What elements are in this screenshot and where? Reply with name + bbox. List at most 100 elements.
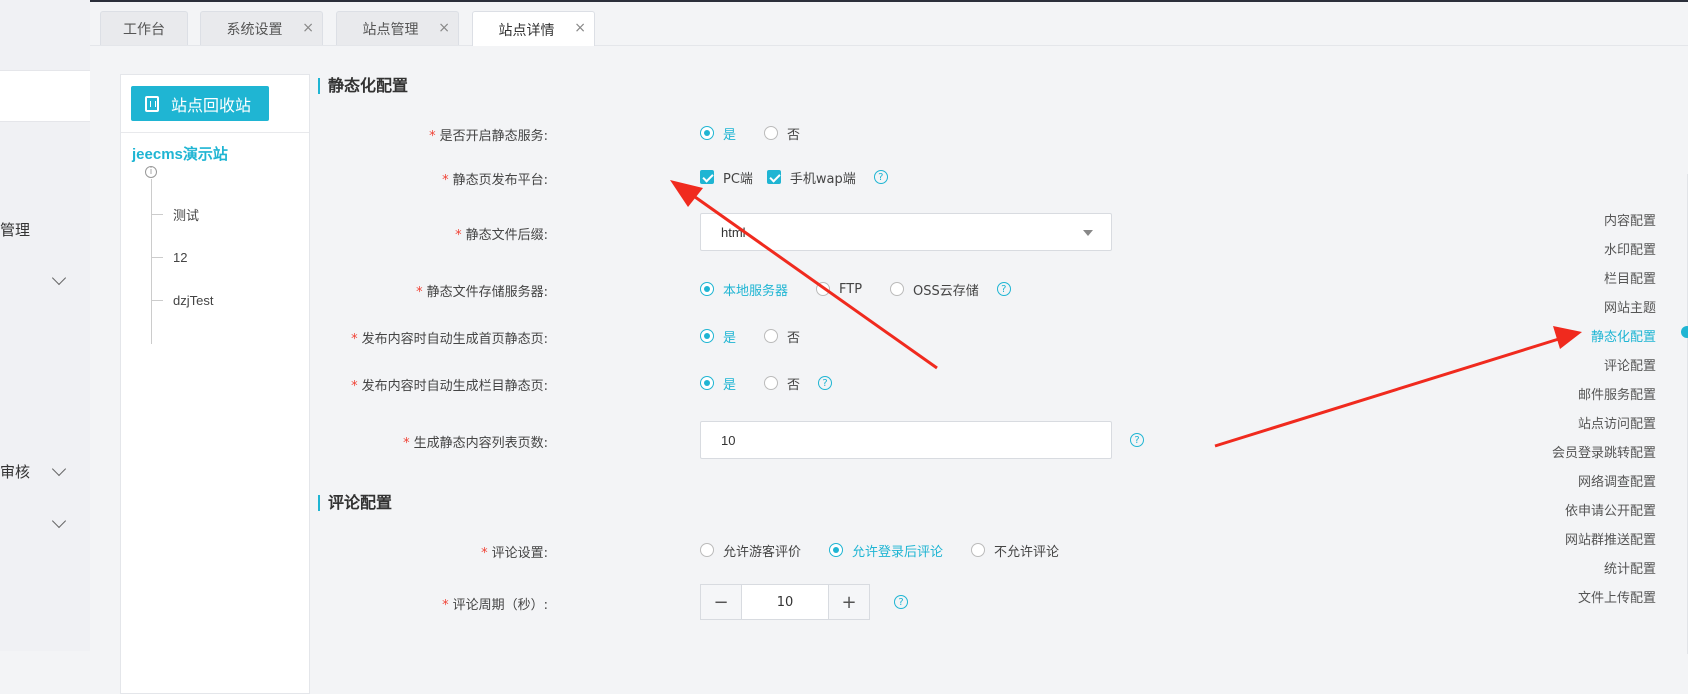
sidebar-item-label[interactable]: 管理	[0, 219, 30, 240]
anchor-item[interactable]: 水印配置	[1604, 239, 1656, 258]
close-icon[interactable]: ×	[302, 20, 314, 36]
anchor-item[interactable]: 内容配置	[1604, 210, 1656, 229]
close-icon[interactable]: ×	[574, 20, 586, 36]
file-suffix-select[interactable]: html	[700, 213, 1112, 251]
radio-local-server[interactable]: 本地服务器	[700, 280, 788, 299]
radio-no[interactable]: 否	[764, 327, 800, 346]
tab-label: 站点详情	[498, 22, 555, 39]
radio-icon	[816, 282, 831, 296]
anchor-nav: 内容配置 水印配置 栏目配置 网站主题 静态化配置 评论配置 邮件服务配置 站点…	[1528, 46, 1688, 654]
radio-yes[interactable]: 是	[700, 374, 736, 393]
tree-root-site[interactable]: jeecms演示站	[132, 143, 228, 164]
field-label: * 生成静态内容列表页数:	[403, 436, 548, 451]
field-label: * 是否开启静态服务:	[429, 129, 548, 144]
info-icon[interactable]: i	[145, 166, 157, 178]
form-row-enable-static: * 是否开启静态服务: 是 否	[318, 116, 1118, 150]
help-icon[interactable]: ?	[818, 376, 833, 390]
close-icon[interactable]: ×	[438, 20, 450, 36]
anchor-item[interactable]: 统计配置	[1604, 558, 1656, 577]
radio-no[interactable]: 否	[764, 124, 800, 143]
radio-icon	[764, 376, 779, 390]
help-icon[interactable]: ?	[894, 595, 908, 609]
radio-guest-comment[interactable]: 允许游客评价	[700, 541, 801, 560]
tree-node[interactable]: dzjTest	[151, 290, 291, 310]
increment-button[interactable]: +	[829, 585, 869, 619]
radio-icon	[700, 329, 714, 343]
radio-icon	[764, 329, 779, 343]
anchor-item[interactable]: 网站群推送配置	[1565, 529, 1656, 548]
help-icon[interactable]: ?	[996, 282, 1011, 296]
field-label: * 评论设置:	[481, 546, 548, 561]
checkbox-wap[interactable]: 手机wap端	[766, 168, 856, 187]
form-row-file-suffix: * 静态文件后缀: html	[318, 213, 1118, 251]
anchor-item[interactable]: 网站主题	[1604, 297, 1656, 316]
field-label: * 静态文件存储服务器:	[416, 285, 548, 300]
radio-icon	[890, 282, 905, 296]
radio-icon	[700, 126, 714, 140]
field-label: * 发布内容时自动生成栏目静态页:	[351, 379, 548, 394]
radio-icon	[764, 126, 779, 140]
field-label: * 静态页发布平台:	[442, 173, 548, 188]
tab-site-detail[interactable]: 站点详情 ×	[472, 11, 595, 47]
anchor-item[interactable]: 评论配置	[1604, 355, 1656, 374]
radio-ftp[interactable]: FTP	[816, 282, 862, 297]
tab-label: 站点管理	[362, 21, 419, 38]
tab-workbench[interactable]: 工作台	[100, 11, 188, 45]
anchor-item[interactable]: 网络调查配置	[1578, 471, 1656, 490]
sidebar-item-label[interactable]: 审核	[0, 461, 30, 482]
anchor-active-dot	[1681, 326, 1688, 338]
field-label: * 静态文件后缀:	[455, 228, 548, 243]
radio-icon	[700, 543, 714, 557]
help-icon[interactable]: ?	[1130, 433, 1144, 447]
chevron-down-icon[interactable]	[51, 461, 67, 477]
select-value: html	[721, 224, 746, 240]
chevron-down-icon[interactable]	[51, 513, 67, 529]
divider	[121, 132, 309, 133]
anchor-item[interactable]: 依申请公开配置	[1565, 500, 1656, 519]
main-content: 站点回收站 jeecms演示站 i 测试 12 dzjTest 静态化配置 * 是…	[90, 46, 1688, 694]
anchor-item[interactable]: 邮件服务配置	[1578, 384, 1656, 403]
radio-icon	[829, 543, 844, 557]
radio-yes[interactable]: 是	[700, 327, 736, 346]
checkbox-icon	[766, 170, 781, 184]
sidebar-active-strip	[0, 70, 90, 122]
radio-oss[interactable]: OSS云存储	[890, 280, 979, 299]
comment-cycle-stepper[interactable]: − 10 +	[700, 584, 870, 620]
anchor-item-active[interactable]: 静态化配置	[1591, 326, 1656, 345]
tree-node-label: 测试	[173, 207, 200, 223]
radio-icon	[700, 376, 714, 390]
form-row-comment-cycle: * 评论周期（秒）: − 10 + ?	[318, 584, 1118, 620]
tree-node-label: 12	[173, 249, 188, 265]
tab-system-settings[interactable]: 系统设置 ×	[200, 11, 323, 45]
form-row-comment-setting: * 评论设置: 允许游客评价 允许登录后评论 不允许评论	[318, 533, 1118, 567]
radio-login-comment[interactable]: 允许登录后评论	[829, 541, 943, 560]
form-row-home-static: * 发布内容时自动生成首页静态页: 是 否	[318, 319, 1118, 353]
stepper-value[interactable]: 10	[741, 585, 829, 619]
anchor-item[interactable]: 栏目配置	[1604, 268, 1656, 287]
radio-yes[interactable]: 是	[700, 124, 736, 143]
checkbox-icon	[700, 170, 714, 184]
checkbox-pc[interactable]: PC端	[700, 168, 753, 187]
form-row-list-pages: * 生成静态内容列表页数: 10 ?	[318, 421, 1144, 459]
radio-no-comment[interactable]: 不允许评论	[971, 541, 1059, 560]
anchor-item[interactable]: 站点访问配置	[1578, 413, 1656, 432]
radio-icon	[700, 282, 714, 296]
sidebar: 管理 审核	[0, 0, 90, 651]
decrement-button[interactable]: −	[701, 585, 741, 619]
tab-label: 系统设置	[226, 21, 283, 38]
tree-node[interactable]: 12	[151, 247, 291, 267]
radio-no[interactable]: 否	[764, 374, 800, 393]
section-title-static: 静态化配置	[318, 78, 408, 94]
tab-site-management[interactable]: 站点管理 ×	[336, 11, 459, 45]
site-recycle-button[interactable]: 站点回收站	[131, 86, 269, 121]
list-pages-input[interactable]: 10	[700, 421, 1112, 459]
caret-down-icon	[1083, 230, 1093, 236]
tab-label: 工作台	[123, 21, 165, 38]
help-icon[interactable]: ?	[873, 170, 888, 184]
anchor-item[interactable]: 文件上传配置	[1578, 587, 1656, 606]
anchor-item[interactable]: 会员登录跳转配置	[1552, 442, 1656, 461]
tree-node-label: dzjTest	[173, 292, 214, 308]
form-row-storage-server: * 静态文件存储服务器: 本地服务器 FTP OSS云存储 ?	[318, 272, 1118, 306]
tree-node[interactable]: 测试	[151, 204, 291, 224]
chevron-down-icon[interactable]	[51, 270, 67, 286]
